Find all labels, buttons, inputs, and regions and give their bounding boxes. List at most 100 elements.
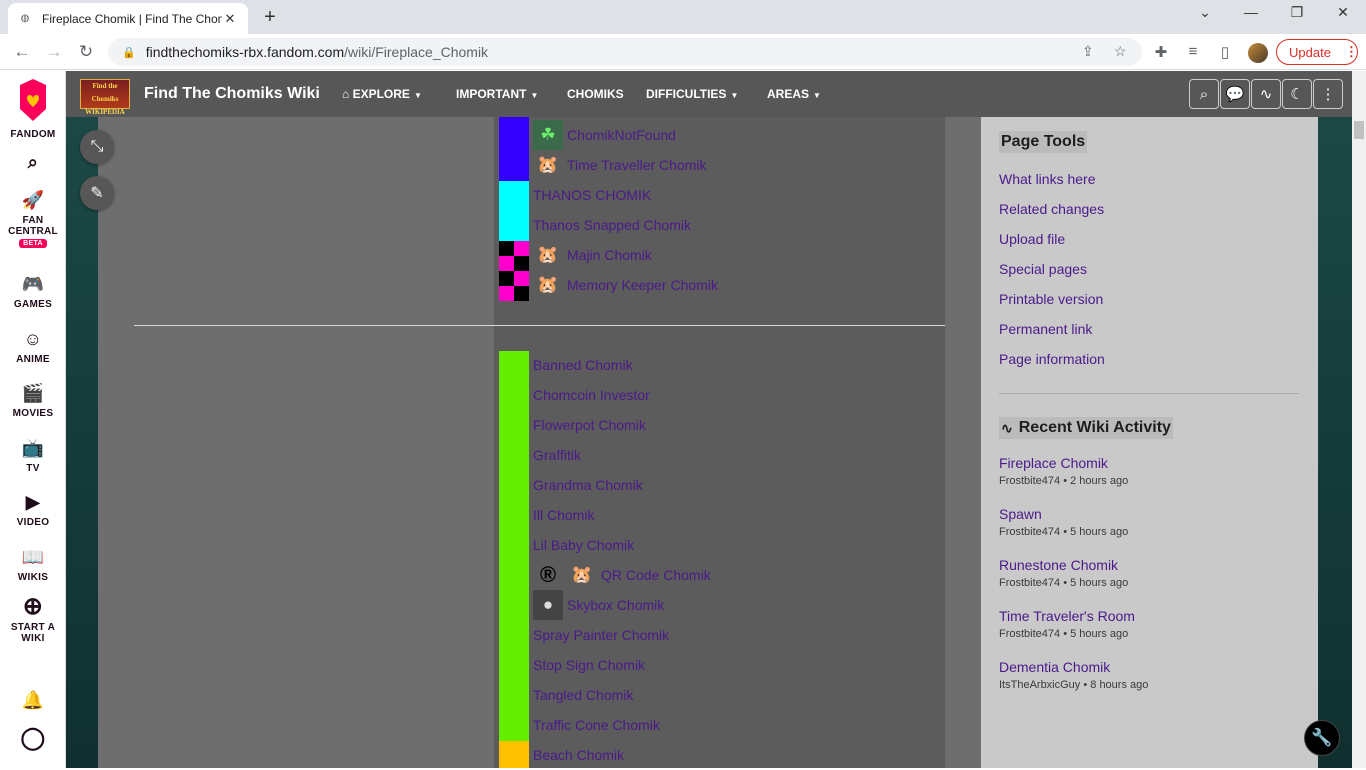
chomik-link[interactable]: Time Traveller Chomik bbox=[567, 157, 707, 173]
page-tools-link[interactable]: Printable version bbox=[999, 291, 1103, 307]
page-tools-link[interactable]: Permanent link bbox=[999, 321, 1092, 337]
chomik-link[interactable]: Majin Chomik bbox=[567, 247, 652, 263]
search-link[interactable]: ⌕ bbox=[0, 151, 66, 177]
chomik-link[interactable]: Lil Baby Chomik bbox=[533, 537, 634, 553]
more-menu-icon[interactable]: ⋮ bbox=[1345, 44, 1358, 60]
chomik-link[interactable]: Grandma Chomik bbox=[533, 477, 643, 493]
edit-button[interactable]: ✎ bbox=[80, 176, 114, 210]
forward-button[interactable]: → bbox=[44, 42, 64, 62]
chomik-link[interactable]: QR Code Chomik bbox=[601, 567, 711, 583]
nav-chomiks[interactable]: CHOMIKS bbox=[567, 87, 624, 101]
list-item[interactable]: Stop Sign Chomik bbox=[533, 650, 645, 680]
chomik-link[interactable]: Stop Sign Chomik bbox=[533, 657, 645, 673]
list-item[interactable]: ☘ ChomikNotFound bbox=[533, 120, 676, 150]
chomik-link[interactable]: Tangled Chomik bbox=[533, 687, 633, 703]
list-item[interactable]: Beach Chomik bbox=[533, 740, 624, 770]
page-scrollbar[interactable] bbox=[1352, 71, 1366, 768]
page-tools-link[interactable]: What links here bbox=[999, 171, 1095, 187]
fan-central-link[interactable]: 🚀 FAN CENTRAL BETA bbox=[0, 189, 66, 248]
back-button[interactable]: ← bbox=[12, 42, 32, 62]
activity-link[interactable]: Spawn bbox=[999, 506, 1128, 522]
list-item[interactable]: ● Skybox Chomik bbox=[533, 590, 664, 620]
list-item[interactable]: Grandma Chomik bbox=[533, 470, 643, 500]
lock-icon[interactable]: 🔒 bbox=[122, 46, 136, 59]
fandom-logo-link[interactable]: FANDOM bbox=[0, 79, 66, 140]
chomik-link[interactable]: Traffic Cone Chomik bbox=[533, 717, 660, 733]
nav-explore[interactable]: ⌂ EXPLORE ▼ bbox=[342, 87, 422, 101]
address-bar[interactable]: 🔒 findthechomiks-rbx.fandom.com/wiki/Fir… bbox=[108, 38, 1142, 66]
notifications-link[interactable]: 🔔 bbox=[0, 689, 66, 715]
list-item[interactable]: Traffic Cone Chomik bbox=[533, 710, 660, 740]
activity-link[interactable]: Dementia Chomik bbox=[999, 659, 1148, 675]
list-item[interactable]: 🐹 Memory Keeper Chomik bbox=[533, 270, 718, 300]
chomik-link[interactable]: ChomikNotFound bbox=[567, 127, 676, 143]
list-item[interactable]: THANOS CHOMIK bbox=[533, 180, 651, 210]
search-button[interactable]: ⌕ bbox=[1189, 79, 1219, 109]
list-item[interactable]: Flowerpot Chomik bbox=[533, 410, 646, 440]
user-avatar-link[interactable]: ◯ bbox=[0, 727, 66, 753]
new-tab-button[interactable]: + bbox=[258, 6, 282, 29]
chomik-link[interactable]: Beach Chomik bbox=[533, 747, 624, 763]
start-wiki-link[interactable]: ⊕ START A WIKI bbox=[0, 595, 66, 645]
chomik-link[interactable]: Graffitik bbox=[533, 447, 581, 463]
games-link[interactable]: 🎮 GAMES bbox=[0, 273, 66, 310]
chomik-link[interactable]: Skybox Chomik bbox=[567, 597, 664, 613]
media-control-icon[interactable]: ≡ bbox=[1183, 43, 1203, 60]
wikis-link[interactable]: 📖 WIKIS bbox=[0, 546, 66, 583]
chomik-link[interactable]: Flowerpot Chomik bbox=[533, 417, 646, 433]
chomik-link[interactable]: Banned Chomik bbox=[533, 357, 633, 373]
minimize-button[interactable]: — bbox=[1228, 4, 1274, 20]
video-link[interactable]: ▶ VIDEO bbox=[0, 491, 66, 528]
movies-link[interactable]: 🎬 MOVIES bbox=[0, 382, 66, 419]
page-tools-link[interactable]: Upload file bbox=[999, 231, 1065, 247]
page-tools-link[interactable]: Page information bbox=[999, 351, 1105, 367]
list-item[interactable]: Tangled Chomik bbox=[533, 680, 633, 710]
chomik-link[interactable]: THANOS CHOMIK bbox=[533, 187, 651, 203]
more-options-button[interactable]: ⋮ bbox=[1313, 79, 1343, 109]
reload-button[interactable]: ↻ bbox=[76, 42, 96, 62]
anime-link[interactable]: ☺ ANIME bbox=[0, 328, 66, 365]
extensions-icon[interactable]: ✚ bbox=[1151, 43, 1171, 61]
wiki-name[interactable]: Find The Chomiks Wiki bbox=[144, 85, 320, 103]
list-item[interactable]: ® 🐹 QR Code Chomik bbox=[533, 560, 711, 590]
scroll-thumb[interactable] bbox=[1354, 121, 1364, 139]
nav-areas[interactable]: AREAS ▼ bbox=[767, 87, 821, 101]
chomik-link[interactable]: Spray Painter Chomik bbox=[533, 627, 669, 643]
activity-button[interactable]: ∿ bbox=[1251, 79, 1281, 109]
close-tab-icon[interactable]: ✕ bbox=[222, 11, 238, 27]
theme-toggle-button[interactable]: ☾ bbox=[1282, 79, 1312, 109]
side-panel-icon[interactable]: ▯ bbox=[1215, 43, 1235, 61]
chomik-link[interactable]: Chomcoin Investor bbox=[533, 387, 650, 403]
list-item[interactable]: Banned Chomik bbox=[533, 350, 633, 380]
profile-avatar[interactable] bbox=[1248, 43, 1268, 63]
list-item[interactable]: Graffitik bbox=[533, 440, 581, 470]
tab-search-icon[interactable]: ⌄ bbox=[1182, 4, 1228, 21]
bookmark-star-icon[interactable]: ☆ bbox=[1114, 43, 1127, 60]
page-tools-link[interactable]: Special pages bbox=[999, 261, 1087, 277]
tv-link[interactable]: 📺 TV bbox=[0, 437, 66, 474]
wrench-tools-button[interactable]: 🔧 bbox=[1304, 720, 1340, 756]
list-item[interactable]: Spray Painter Chomik bbox=[533, 620, 669, 650]
list-item[interactable]: 🐹 Majin Chomik bbox=[533, 240, 652, 270]
list-item[interactable]: 🐹 Time Traveller Chomik bbox=[533, 150, 707, 180]
list-item[interactable]: Chomcoin Investor bbox=[533, 380, 650, 410]
wiki-logo[interactable]: Find the Chomiks WIKIPEDIA bbox=[80, 79, 130, 116]
collapse-button[interactable]: ⤡ bbox=[80, 130, 114, 164]
discussions-button[interactable]: 💬 bbox=[1220, 79, 1250, 109]
chomik-link[interactable]: Thanos Snapped Chomik bbox=[533, 217, 691, 233]
chomik-link[interactable]: Memory Keeper Chomik bbox=[567, 277, 718, 293]
activity-link[interactable]: Runestone Chomik bbox=[999, 557, 1128, 573]
browser-tab[interactable]: ◍ Fireplace Chomik | Find The Chomiks Wi… bbox=[8, 3, 248, 34]
page-tools-link[interactable]: Related changes bbox=[999, 201, 1104, 217]
list-item[interactable]: Ill Chomik bbox=[533, 500, 594, 530]
restore-button[interactable]: ❐ bbox=[1274, 4, 1320, 21]
nav-difficulties[interactable]: DIFFICULTIES ▼ bbox=[646, 87, 738, 101]
list-item[interactable]: Thanos Snapped Chomik bbox=[533, 210, 691, 240]
activity-link[interactable]: Fireplace Chomik bbox=[999, 455, 1128, 471]
nav-important[interactable]: IMPORTANT ▼ bbox=[456, 87, 538, 101]
share-icon[interactable]: ⇪ bbox=[1082, 43, 1094, 60]
activity-link[interactable]: Time Traveler's Room bbox=[999, 608, 1135, 624]
update-button[interactable]: Update ⋮ bbox=[1276, 39, 1358, 65]
list-item[interactable]: Lil Baby Chomik bbox=[533, 530, 634, 560]
close-window-button[interactable]: ✕ bbox=[1320, 4, 1366, 21]
